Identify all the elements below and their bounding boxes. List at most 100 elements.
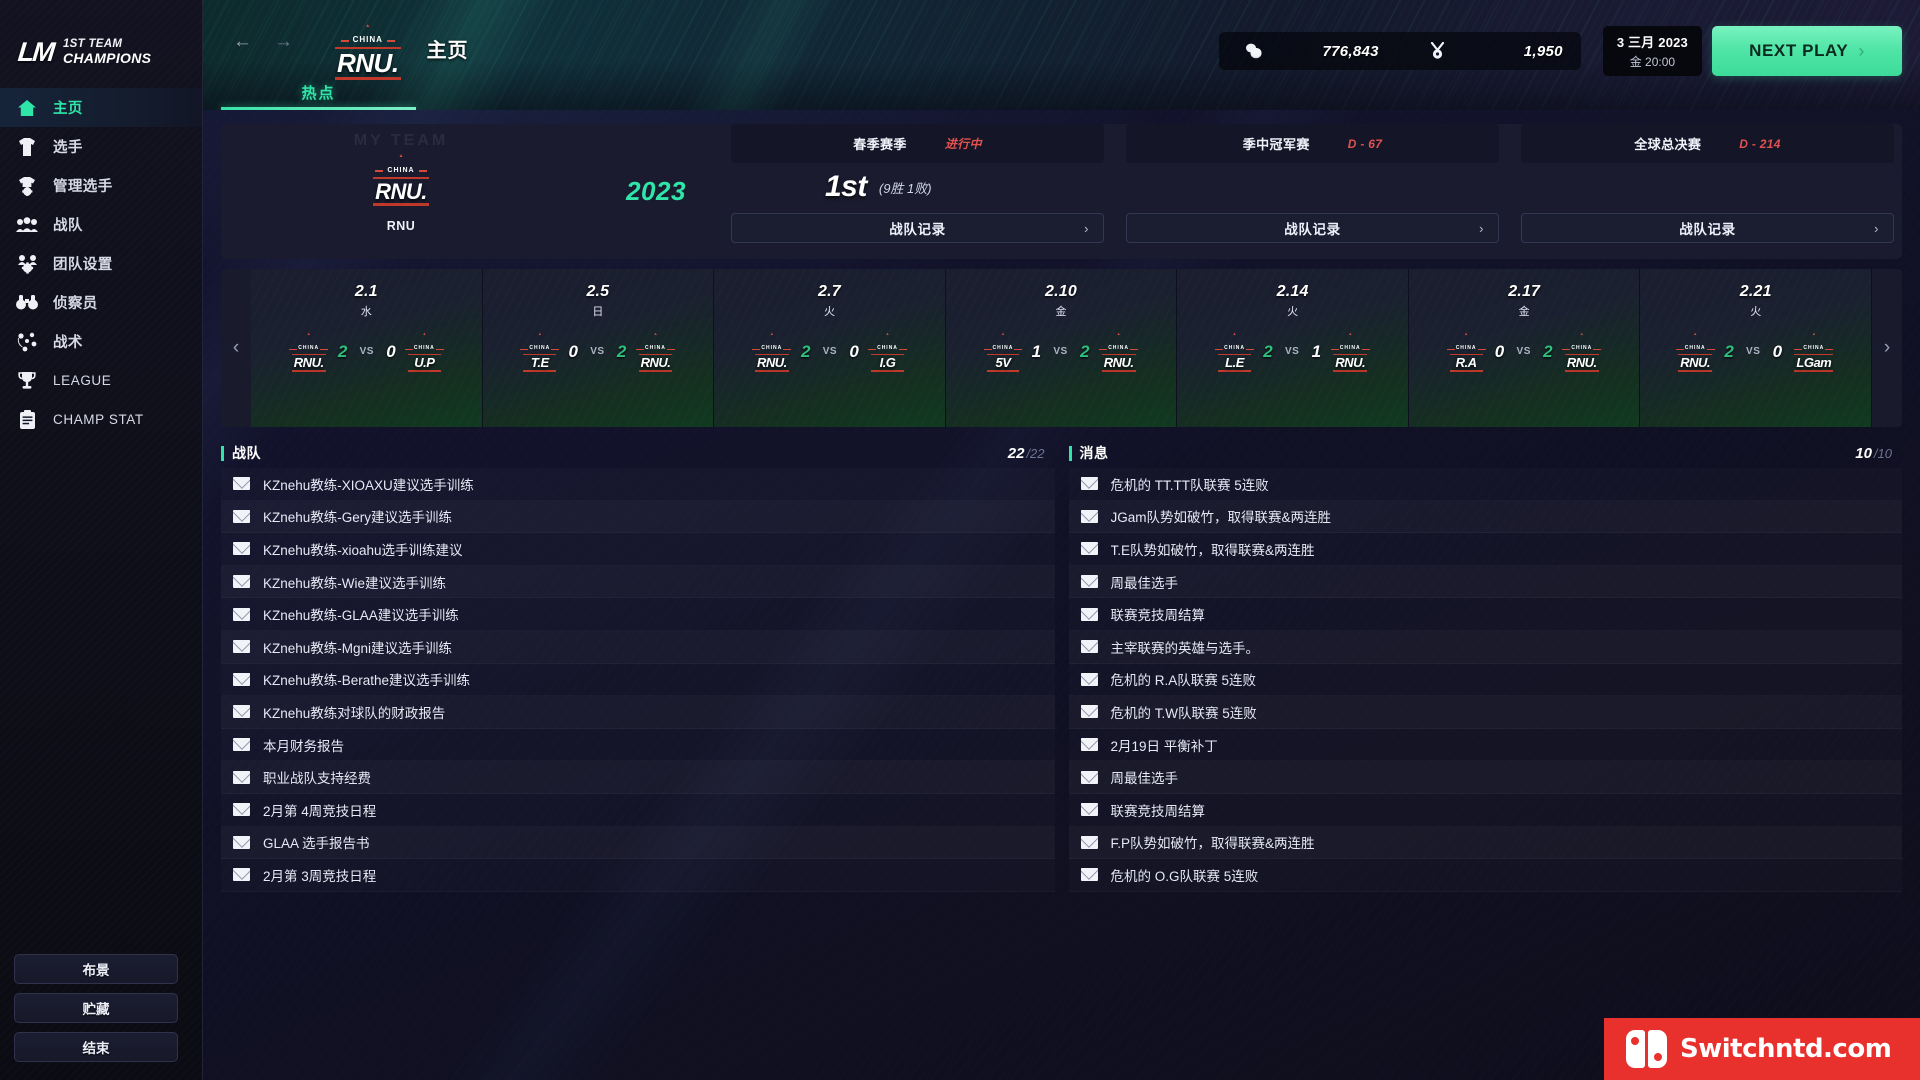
list-item[interactable]: KZnehu教练-Mgni建议选手训练 (221, 630, 1055, 664)
coin-stack-icon (1241, 43, 1267, 59)
match-card-6[interactable]: 2.21 火 ▲ CHINA RNU. 2 VS 0 ▲ CHINA LGam (1640, 269, 1872, 427)
list-item-label: 周最佳选手 (1110, 771, 1179, 787)
header-team-logo: ▲ CHINA RNU. (335, 24, 401, 81)
list-item[interactable]: 危机的 R.A队联赛 5连败 (1069, 664, 1903, 697)
mail-icon (233, 640, 250, 654)
sidebar-item-2[interactable]: 管理选手 (0, 166, 202, 205)
list-item-label: F.P队势如破竹，取得联赛&两连胜 (1110, 836, 1315, 852)
list-item[interactable]: 联赛竞技周结算 (1069, 598, 1903, 631)
list-item-label: 联赛竞技周结算 (1110, 803, 1206, 819)
list-item[interactable]: KZnehu教练-XIOAXU建议选手训练 (221, 468, 1055, 501)
sidebar-item-7[interactable]: LEAGUE (0, 361, 202, 400)
list-item[interactable]: KZnehu教练-xioahu选手训练建议 (221, 533, 1055, 566)
match-home-score: 1 (1031, 341, 1042, 361)
list-item[interactable]: F.P队势如破竹，取得联赛&两连胜 (1068, 826, 1902, 860)
record-button-row: 战队记录 › 战队记录 › 战队记录 › (731, 211, 1902, 243)
sidebar-item-6[interactable]: 战术 (0, 322, 202, 361)
match-home-score: 0 (1494, 341, 1505, 361)
list-item[interactable]: KZnehu教练-Gery建议选手训练 (221, 500, 1055, 534)
team-summary-card: MY TEAM ▲ CHINA RNU. RNU 2023 春季赛季 进行中 季中冠… (221, 124, 1902, 259)
match-team-logo: ▲ CHINA RNU. (1099, 332, 1138, 372)
match-home-score: 2 (801, 341, 811, 361)
sidebar-item-5[interactable]: 侦察员 (0, 283, 202, 322)
sidebar-item-3[interactable]: 战队 (0, 205, 202, 244)
list-item[interactable]: GLAA 选手报告书 (221, 826, 1055, 860)
brand-text: 1ST TEAM CHAMPIONS (63, 38, 151, 67)
match-card-1[interactable]: 2.5 日 ▲ CHINA T.E 0 VS 2 ▲ CHINA RNU. (482, 269, 715, 427)
list-item[interactable]: 主宰联赛的英雄与选手。 (1068, 630, 1902, 664)
mail-icon (233, 607, 250, 621)
arrow-left-icon[interactable]: ← (233, 32, 252, 51)
clipboard-icon (16, 409, 38, 431)
chevron-left-icon[interactable]: ‹ (221, 269, 251, 427)
list-item[interactable]: 周最佳选手 (1068, 565, 1902, 599)
match-away-score: 2 (616, 341, 627, 361)
summary-logo-ribbon: CHINA (375, 167, 427, 174)
match-logo-ribbon: CHINA (868, 346, 907, 351)
team-record-button-1[interactable]: 战队记录 › (1126, 213, 1499, 243)
token-cell: 1,950 (1425, 42, 1563, 60)
summary-team-block: MY TEAM ▲ CHINA RNU. RNU (221, 124, 581, 259)
list-item[interactable]: 本月财务报告 (221, 729, 1055, 762)
panel-accent-bar (221, 445, 224, 461)
phase-name: 全球总决赛 (1634, 137, 1702, 152)
list-item[interactable]: 危机的 O.G队联赛 5连败 (1069, 859, 1903, 892)
match-logo-ribbon: CHINA (404, 346, 444, 351)
list-item[interactable]: 2月第 4周竞技日程 (221, 794, 1055, 827)
list-item[interactable]: 职业战队支持经费 (221, 761, 1055, 794)
next-play-button[interactable]: NEXT PLAY › (1712, 26, 1902, 76)
match-logo-ribbon: CHINA (520, 346, 560, 351)
list-item[interactable]: KZnehu教练-Berathe建议选手训练 (221, 664, 1055, 697)
list-item[interactable]: 周最佳选手 (1068, 761, 1902, 794)
panel-accent-bar (1068, 445, 1072, 461)
match-logo-ribbon: CHINA (1215, 346, 1254, 351)
tab-strip: 热点 (203, 76, 1920, 110)
sidebar-button-2[interactable]: 结束 (14, 1032, 178, 1062)
team-record-button-0[interactable]: 战队记录 › (731, 213, 1104, 243)
match-logo-ribbon: CHINA (1675, 346, 1715, 351)
match-card-0[interactable]: 2.1 水 ▲ CHINA RNU. 2 VS 0 ▲ CHINA U.P (251, 269, 483, 427)
season-phase-1[interactable]: 季中冠军赛 D - 67 (1126, 124, 1499, 163)
tab-0[interactable]: 热点 (221, 82, 416, 110)
crown-icon: ▲ (769, 331, 774, 336)
match-weekday: 金 (1518, 306, 1530, 318)
match-logo-ribbon: CHINA (752, 346, 792, 351)
list-item-label: KZnehu教练-Berathe建议选手训练 (263, 673, 471, 689)
season-phase-0[interactable]: 春季赛季 进行中 (731, 124, 1104, 163)
list-item[interactable]: KZnehu教练对球队的财政报告 (221, 696, 1055, 729)
match-logo-name: RNU. (1678, 354, 1713, 372)
list-item[interactable]: 危机的 T.W队联赛 5连败 (1068, 696, 1902, 729)
list-item[interactable]: 2月第 3周竞技日程 (221, 859, 1055, 892)
match-card-5[interactable]: 2.17 金 ▲ CHINA R.A 0 VS 2 ▲ CHINA RNU. (1408, 269, 1641, 427)
sidebar-button-0[interactable]: 布景 (14, 954, 178, 984)
match-away-score: 0 (1772, 341, 1783, 361)
match-card-2[interactable]: 2.7 火 ▲ CHINA RNU. 2 VS 0 ▲ CHINA I.G (714, 269, 946, 427)
match-card-3[interactable]: 2.10 金 ▲ CHINA 5V 1 VS 2 ▲ CHINA RNU. (945, 269, 1178, 427)
match-schedule-strip: ‹ 2.1 水 ▲ CHINA RNU. 2 VS 0 ▲ CHINA U.P 2.5 日 ▲ CHINA T… (221, 269, 1902, 427)
match-logo-ribbon: CHINA (1446, 346, 1486, 351)
phase-badge: D - 214 (1739, 136, 1781, 151)
sidebar-button-1[interactable]: 贮藏 (14, 993, 178, 1023)
list-item[interactable]: JGam队势如破竹，取得联赛&两连胜 (1068, 500, 1902, 534)
sidebar-item-8[interactable]: CHAMP STAT (0, 400, 202, 439)
match-logo-ribbon: CHINA (1794, 346, 1834, 351)
sidebar-item-4[interactable]: 团队设置 (0, 244, 202, 283)
arrow-right-icon[interactable]: → (274, 32, 293, 51)
list-item[interactable]: KZnehu教练-Wie建议选手训练 (221, 565, 1055, 599)
trophy-icon (16, 370, 38, 392)
list-item[interactable]: 2月19日 平衡补丁 (1069, 729, 1903, 762)
list-item[interactable]: KZnehu教练-GLAA建议选手训练 (221, 598, 1055, 631)
chevron-right-icon[interactable]: › (1872, 269, 1902, 427)
sidebar-item-1[interactable]: 选手 (0, 127, 202, 166)
match-card-4[interactable]: 2.14 火 ▲ CHINA L.E 2 VS 1 ▲ CHINA RNU. (1177, 269, 1409, 427)
rank-value: 1st (825, 170, 867, 203)
sidebar-item-0[interactable]: 主页 (0, 88, 202, 127)
list-item[interactable]: 危机的 TT.TT队联赛 5连败 (1069, 468, 1903, 501)
list-item[interactable]: 联赛竞技周结算 (1069, 794, 1903, 827)
mail-icon (1080, 607, 1098, 621)
list-item-label: KZnehu教练-XIOAXU建议选手训练 (263, 477, 474, 493)
sidebar-bottom-buttons: 布景 贮藏 结束 (0, 945, 202, 1080)
team-record-button-2[interactable]: 战队记录 › (1521, 213, 1894, 243)
list-item[interactable]: T.E队势如破竹，取得联赛&两连胜 (1069, 533, 1903, 566)
season-phase-2[interactable]: 全球总决赛 D - 214 (1521, 124, 1894, 163)
